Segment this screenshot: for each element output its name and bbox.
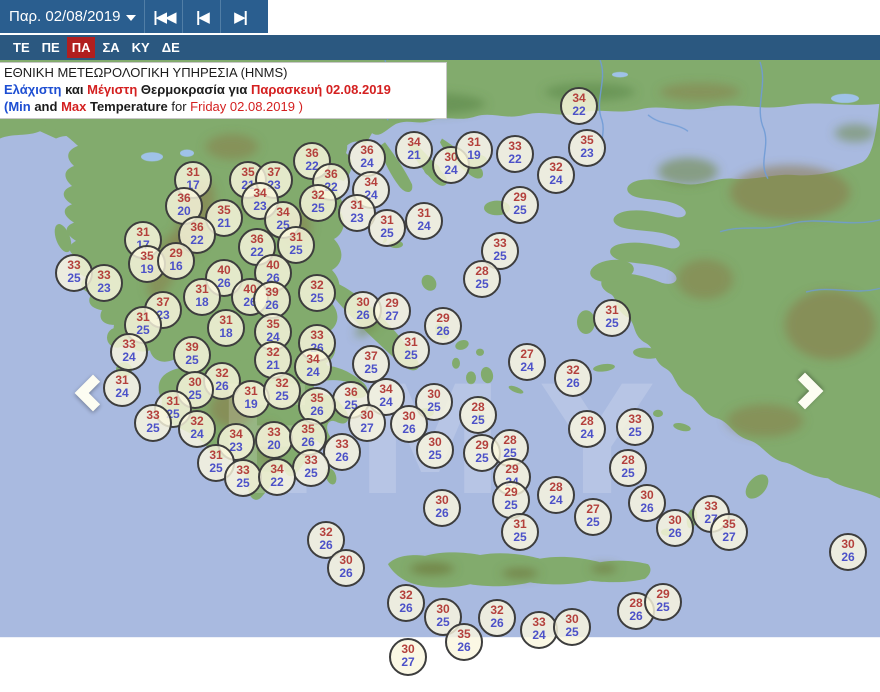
legend-segment: Μέγιστη (87, 82, 138, 97)
next-day-button[interactable]: ▶| (220, 0, 258, 33)
nav-buttons: |◀◀ |◀ ▶| (144, 0, 258, 33)
previous-day-button[interactable]: |◀ (182, 0, 220, 33)
legend-segment: for (171, 99, 191, 114)
legend-line3: (Min and Max Temperature for Friday 02.0… (4, 98, 442, 115)
day-tab-ΣΑ[interactable]: ΣΑ (97, 37, 124, 58)
legend-box: ΕΘΝΙΚΗ ΜΕΤΕΩΡΟΛΟΓΙΚΗ ΥΠΗΡΕΣΙΑ (HNMS) Ελά… (0, 62, 447, 119)
day-tabs: ΤΕ ΠΕ ΠΑ ΣΑ ΚΥ ΔΕ (0, 35, 880, 60)
legend-segment: Παρασκευή 02.08.2019 (250, 82, 391, 97)
day-tab-ΚΥ[interactable]: ΚΥ (127, 37, 155, 58)
legend-line2: Ελάχιστη και Μέγιστη Θερμοκρασία για Παρ… (4, 81, 442, 98)
legend-segment: Temperature (86, 99, 172, 114)
legend-segment: και (61, 82, 88, 97)
greece-weather-map (0, 60, 880, 638)
day-tab-ΠΑ[interactable]: ΠΑ (66, 37, 96, 58)
day-tab-ΤΕ[interactable]: ΤΕ (8, 37, 35, 58)
date-label: Παρ. 02/08/2019 (9, 8, 121, 25)
day-tab-ΠΕ[interactable]: ΠΕ (37, 37, 65, 58)
legend-segment: Friday 02.08.2019 ) (190, 99, 303, 114)
chevron-down-icon (126, 14, 137, 21)
first-day-button[interactable]: |◀◀ (144, 0, 182, 33)
legend-segment: Max (61, 99, 87, 114)
date-dropdown[interactable]: Παρ. 02/08/2019 (0, 0, 144, 33)
legend-segment: and (30, 99, 62, 114)
agency-title: ΕΘΝΙΚΗ ΜΕΤΕΩΡΟΛΟΓΙΚΗ ΥΠΗΡΕΣΙΑ (HNMS) (4, 65, 288, 80)
legend-segment: Ελάχιστη (4, 82, 62, 97)
titlebar: Παρ. 02/08/2019 |◀◀ |◀ ▶| (0, 0, 268, 33)
legend-segment: (Min (4, 99, 31, 114)
legend-segment: Θερμοκρασία για (137, 82, 251, 97)
day-tab-ΔΕ[interactable]: ΔΕ (157, 37, 185, 58)
